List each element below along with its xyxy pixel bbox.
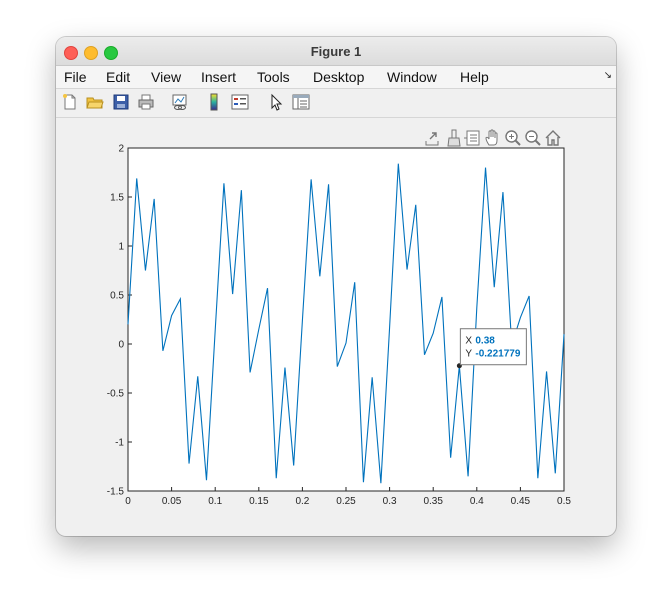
datatip[interactable]: X 0.38 Y -0.221779 [456, 328, 527, 369]
x-tick-label: 0.1 [208, 496, 222, 507]
plot-area[interactable]: 0 0.05 0.1 0.15 0.2 0.25 0.3 0.35 0.4 0.45 0.5 -1.… [56, 37, 616, 536]
y-tick-label: -0.5 [107, 389, 125, 400]
x-tick-label: 0.45 [511, 496, 531, 507]
x-tick-label: 0.35 [423, 496, 443, 507]
datatip-x-value: 0.38 [475, 336, 495, 347]
y-tick-label: 1 [118, 242, 124, 253]
x-tick-label: 0.15 [249, 496, 269, 507]
x-tick-label: 0.5 [557, 496, 571, 507]
datatip-x-label: X [465, 336, 472, 347]
x-tick-label: 0.3 [383, 496, 397, 507]
y-tick-label: -1 [115, 438, 124, 449]
x-tick-label: 0.2 [295, 496, 309, 507]
figure-window: Figure 1 File Edit View Insert Tools Des… [56, 37, 616, 536]
x-tick-label: 0 [125, 496, 131, 507]
y-tick-label: 0.5 [110, 291, 124, 302]
x-tick-label: 0.05 [162, 496, 182, 507]
axes-box [127, 147, 565, 492]
datatip-y-value: -0.221779 [475, 349, 520, 360]
x-tick-label: 0.25 [336, 496, 356, 507]
y-tick-label: 0 [118, 340, 124, 351]
y-tick-label: 2 [118, 144, 124, 155]
datatip-y-label: Y [465, 349, 472, 360]
y-tick-label: -1.5 [107, 487, 125, 498]
y-tick-label: 1.5 [110, 193, 124, 204]
x-tick-label: 0.4 [470, 496, 484, 507]
